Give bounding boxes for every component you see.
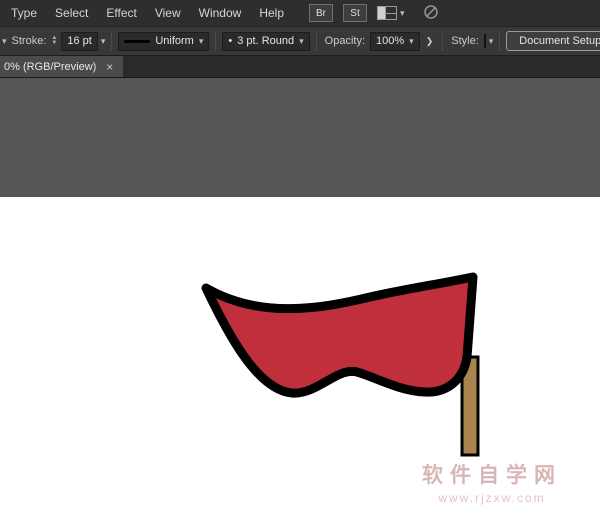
stroke-stepper[interactable]: ▲ ▼ xyxy=(51,36,57,46)
document-setup-button[interactable]: Document Setup xyxy=(506,31,600,51)
control-bar: ▾ Stroke: ▲ ▼ 16 pt ▾ Uniform ▾ • 3 pt. … xyxy=(0,26,600,56)
stroke-label: Stroke: xyxy=(12,35,47,47)
menu-select[interactable]: Select xyxy=(46,6,97,20)
profile-value: Uniform xyxy=(155,35,194,47)
artboard[interactable]: 软件自学网 www.rjzxw.com xyxy=(0,197,600,513)
menu-help[interactable]: Help xyxy=(250,6,293,20)
menu-bar: Type Select Effect View Window Help Br S… xyxy=(0,0,600,26)
opacity-more-button[interactable]: ❯ xyxy=(423,36,437,47)
stroke-profile-dropdown[interactable]: Uniform ▾ xyxy=(118,32,209,51)
stroke-panel-button[interactable]: St xyxy=(343,4,367,22)
document-tab-bar: 0% (RGB/Preview) × xyxy=(0,56,600,78)
opacity-value: 100% xyxy=(376,35,404,47)
rotation-disabled-icon[interactable] xyxy=(423,4,439,23)
divider xyxy=(442,31,443,51)
panel-chevron-icon[interactable]: ▾ xyxy=(2,37,7,46)
workspace-switcher-icon[interactable] xyxy=(377,6,397,20)
stroke-weight-field[interactable]: 16 pt xyxy=(61,32,97,51)
menu-effect[interactable]: Effect xyxy=(97,6,145,20)
uniform-profile-icon xyxy=(124,40,150,43)
style-swatch[interactable] xyxy=(484,34,486,48)
step-down-icon[interactable]: ▼ xyxy=(51,41,57,46)
divider xyxy=(316,31,317,51)
illustrator-window: Type Select Effect View Window Help Br S… xyxy=(0,0,600,513)
stroke-weight-chevron-icon[interactable]: ▾ xyxy=(101,37,106,46)
watermark-url: www.rjzxw.com xyxy=(422,491,562,505)
opacity-chevron-icon: ▾ xyxy=(409,37,414,46)
brush-chevron-icon: ▾ xyxy=(299,37,304,46)
style-chevron-icon[interactable]: ▾ xyxy=(489,37,494,46)
brush-panel-button[interactable]: Br xyxy=(309,4,333,22)
flag-body-shape[interactable] xyxy=(206,277,473,393)
document-tab-title: 0% (RGB/Preview) xyxy=(4,61,96,73)
menu-window[interactable]: Window xyxy=(190,6,251,20)
document-tab[interactable]: 0% (RGB/Preview) × xyxy=(0,56,123,77)
pasteboard[interactable] xyxy=(0,78,600,197)
divider xyxy=(499,31,500,51)
divider xyxy=(111,31,112,51)
close-icon[interactable]: × xyxy=(106,60,113,74)
stroke-weight-value: 16 pt xyxy=(67,35,91,47)
brush-dot-icon: • xyxy=(228,35,232,47)
profile-chevron-icon: ▾ xyxy=(199,37,204,46)
opacity-field[interactable]: 100% ▾ xyxy=(370,32,420,51)
menu-type[interactable]: Type xyxy=(2,6,46,20)
menu-view[interactable]: View xyxy=(146,6,190,20)
chevron-down-icon[interactable]: ▾ xyxy=(400,9,405,18)
divider xyxy=(215,31,216,51)
brush-value: 3 pt. Round xyxy=(237,35,294,47)
brush-definition-dropdown[interactable]: • 3 pt. Round ▾ xyxy=(222,32,309,51)
opacity-label: Opacity: xyxy=(325,35,365,47)
style-label: Style: xyxy=(451,35,479,47)
watermark-site-name: 软件自学网 xyxy=(422,459,562,489)
watermark: 软件自学网 www.rjzxw.com xyxy=(422,459,562,505)
